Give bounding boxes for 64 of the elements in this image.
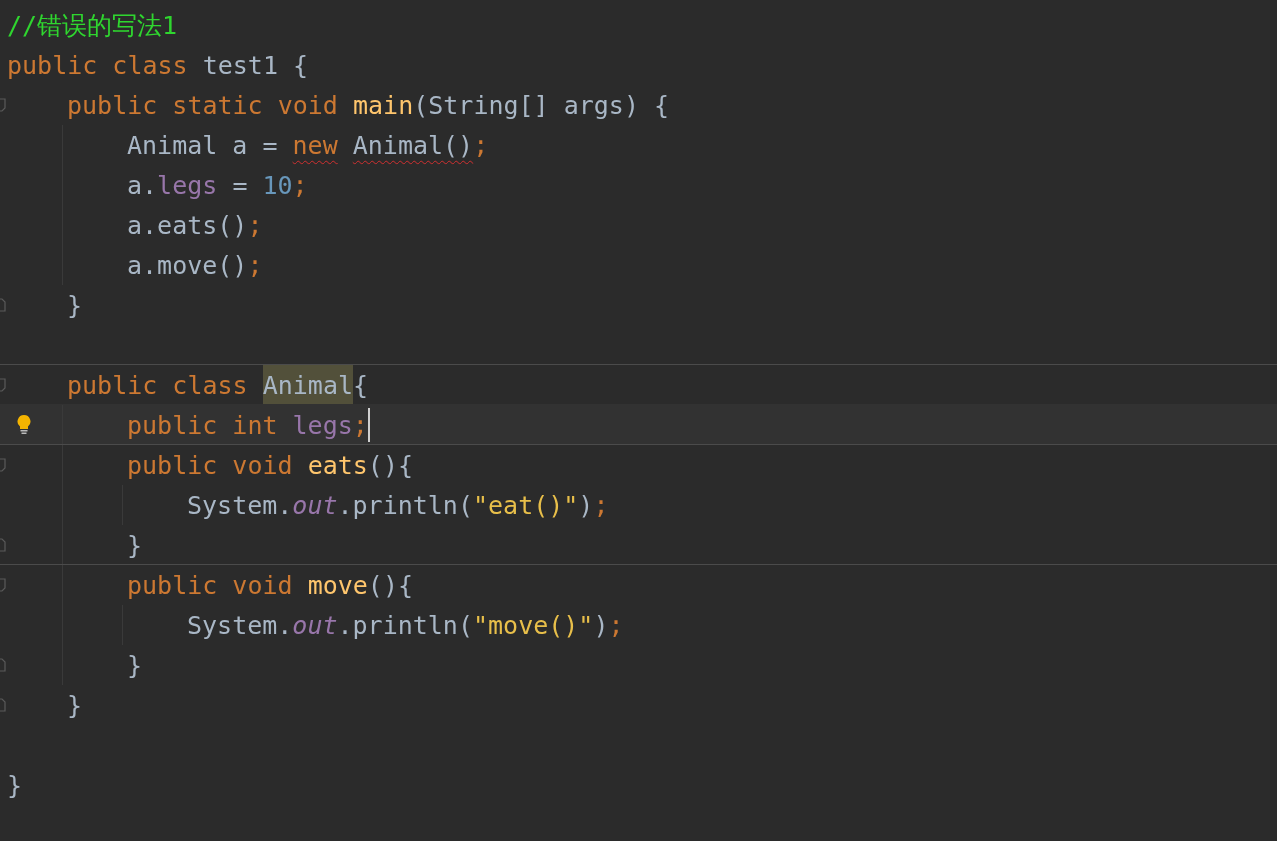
code-token: public — [127, 449, 218, 482]
fold-marker-icon[interactable] — [0, 298, 6, 312]
code-token: .println( — [337, 489, 473, 522]
code-token: "move()" — [473, 609, 594, 642]
code-token: ) — [578, 489, 594, 522]
code-token: ; — [247, 209, 263, 242]
code-token: ; — [608, 609, 624, 642]
code-token: (String[] args) { — [413, 89, 670, 122]
code-token: } — [7, 769, 23, 802]
code-token: legs — [292, 409, 353, 442]
lightbulb-icon[interactable] — [17, 415, 31, 435]
code-token: public — [127, 569, 218, 602]
code-token: ; — [352, 409, 368, 442]
code-token: System. — [187, 609, 293, 642]
code-token: ; — [292, 169, 308, 202]
code-token: Animal — [262, 364, 353, 406]
code-token: out — [292, 609, 338, 642]
code-token: Animal() — [352, 129, 474, 162]
code-token: } — [127, 529, 143, 562]
code-token: public — [67, 369, 158, 402]
fold-marker-icon[interactable] — [0, 538, 6, 552]
fold-marker-icon[interactable] — [0, 658, 6, 672]
code-token: main — [353, 89, 414, 122]
code-token: (){ — [367, 449, 413, 482]
code-token: move — [307, 569, 368, 602]
code-token: .println( — [337, 609, 473, 642]
code-token: = — [232, 169, 248, 202]
code-token: "eat()" — [473, 489, 579, 522]
code-token: a. — [127, 169, 158, 202]
fold-marker-icon[interactable] — [0, 698, 6, 712]
code-token: } — [67, 689, 83, 722]
code-token: ; — [247, 249, 263, 282]
code-token: class — [112, 49, 188, 82]
code-token: legs — [157, 169, 218, 202]
code-token: public — [67, 89, 158, 122]
code-token: test1 { — [202, 49, 309, 82]
code-token: eats — [307, 449, 368, 482]
code-token: a.move() — [127, 249, 248, 282]
code-token: public — [127, 409, 218, 442]
code-token: System. — [187, 489, 293, 522]
code-token: out — [292, 489, 338, 522]
fold-marker-icon[interactable] — [0, 98, 6, 112]
code-token: } — [67, 289, 83, 322]
code-token: ) — [593, 609, 609, 642]
code-token: a.eats() — [127, 209, 248, 242]
fold-marker-icon[interactable] — [0, 578, 6, 592]
code-token: static — [172, 89, 263, 122]
code-token: void — [232, 569, 293, 602]
code-token: { — [353, 369, 369, 402]
code-token: } — [127, 649, 143, 682]
code-token: Animal a = — [127, 129, 278, 162]
code-token: ; — [593, 489, 609, 522]
code-token: new — [292, 129, 338, 162]
code-token: ; — [473, 129, 489, 162]
code-token: int — [232, 409, 278, 442]
code-token: void — [277, 89, 338, 122]
code-comment: //错误的写法1 — [7, 9, 178, 42]
fold-marker-icon[interactable] — [0, 378, 6, 392]
code-token: public — [7, 49, 98, 82]
code-token: 10 — [262, 169, 293, 202]
code-token: (){ — [367, 569, 413, 602]
fold-marker-icon[interactable] — [0, 458, 6, 472]
code-token: class — [172, 369, 248, 402]
code-token: void — [232, 449, 293, 482]
